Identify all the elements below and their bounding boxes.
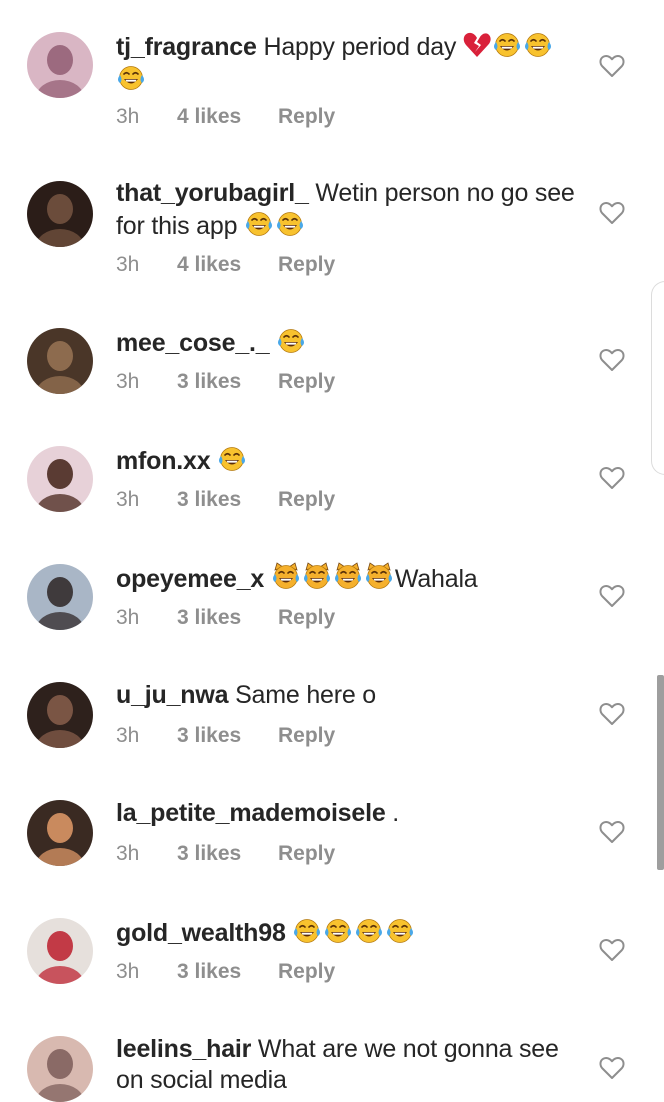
comment-likes[interactable]: 4 likes bbox=[177, 252, 241, 278]
scrollbar[interactable] bbox=[657, 675, 664, 870]
cat-joy-emoji-icon bbox=[302, 562, 332, 590]
comment-body bbox=[286, 919, 293, 947]
comment-username[interactable]: tj_fragrance bbox=[116, 33, 257, 61]
reply-button[interactable]: Reply bbox=[278, 605, 335, 631]
comment-body bbox=[269, 329, 276, 357]
comment-likes[interactable]: 3 likes bbox=[177, 723, 241, 749]
cat-joy-emoji-icon bbox=[271, 562, 301, 590]
comment-time: 3h bbox=[116, 724, 140, 747]
reply-button[interactable]: Reply bbox=[278, 252, 335, 278]
avatar[interactable] bbox=[27, 918, 93, 984]
avatar[interactable] bbox=[27, 328, 93, 394]
comment-text: mee_cose_._ bbox=[116, 326, 581, 359]
reply-button[interactable]: Reply bbox=[278, 723, 335, 749]
comment-time: 3h bbox=[116, 488, 140, 511]
comment-likes[interactable]: 3 likes bbox=[177, 369, 241, 395]
cat-joy-emoji-icon bbox=[333, 562, 363, 590]
avatar[interactable] bbox=[27, 1036, 93, 1102]
comment-username[interactable]: that_yorubagirl_ bbox=[116, 179, 309, 207]
avatar[interactable] bbox=[27, 32, 93, 98]
comment-text: u_ju_nwa Same here o bbox=[116, 680, 581, 711]
heart-icon[interactable] bbox=[599, 938, 625, 962]
avatar[interactable] bbox=[27, 446, 93, 512]
joy-emoji-icon bbox=[292, 916, 322, 944]
comment-body bbox=[264, 565, 271, 593]
heart-icon[interactable] bbox=[599, 348, 625, 372]
joy-emoji-icon bbox=[492, 30, 522, 58]
joy-emoji-icon bbox=[275, 209, 305, 237]
avatar[interactable] bbox=[27, 181, 93, 247]
comment-body-suffix: Wahala bbox=[394, 565, 478, 593]
comment-username[interactable]: mee_cose_._ bbox=[116, 329, 270, 357]
heart-icon[interactable] bbox=[599, 466, 625, 490]
comment-text: opeyemee_x Wahala bbox=[116, 562, 581, 595]
comment-username[interactable]: opeyemee_x bbox=[116, 565, 264, 593]
avatar[interactable] bbox=[27, 564, 93, 630]
comment-time: 3h bbox=[116, 606, 140, 629]
comment-body: . bbox=[385, 799, 400, 827]
comment-likes[interactable]: 3 likes bbox=[177, 487, 241, 513]
heart-icon[interactable] bbox=[599, 584, 625, 608]
comment-username[interactable]: leelins_hair bbox=[116, 1035, 251, 1063]
joy-emoji-icon bbox=[323, 916, 353, 944]
reply-button[interactable]: Reply bbox=[278, 959, 335, 985]
reply-button[interactable]: Reply bbox=[278, 841, 335, 867]
comment-text: tj_fragrance Happy period day bbox=[116, 30, 581, 96]
comment-body: Happy period day bbox=[256, 33, 463, 61]
reply-button[interactable]: Reply bbox=[278, 487, 335, 513]
comment-text: mfon.xx bbox=[116, 444, 581, 477]
comment-time: 3h bbox=[116, 960, 140, 983]
comment-likes[interactable]: 3 likes bbox=[177, 959, 241, 985]
comment-time: 3h bbox=[116, 370, 140, 393]
joy-emoji-icon bbox=[523, 30, 553, 58]
joy-emoji-icon bbox=[244, 209, 274, 237]
avatar[interactable] bbox=[27, 682, 93, 748]
joy-emoji-icon bbox=[116, 63, 146, 91]
heart-icon[interactable] bbox=[599, 201, 625, 225]
comment-body bbox=[210, 447, 217, 475]
comment-time: 3h bbox=[116, 842, 140, 865]
comment-likes[interactable]: 3 likes bbox=[177, 605, 241, 631]
avatar[interactable] bbox=[27, 800, 93, 866]
reply-button[interactable]: Reply bbox=[278, 369, 335, 395]
joy-emoji-icon bbox=[217, 444, 247, 472]
comment-text: gold_wealth98 bbox=[116, 916, 581, 949]
broken-heart-emoji-icon bbox=[463, 32, 491, 58]
reply-button[interactable]: Reply bbox=[278, 104, 335, 130]
comment-text: that_yorubagirl_ Wetin person no go see … bbox=[116, 178, 581, 242]
heart-icon[interactable] bbox=[599, 1056, 625, 1080]
joy-emoji-icon bbox=[385, 916, 415, 944]
cat-joy-emoji-icon bbox=[364, 562, 394, 590]
comment-body: Same here o bbox=[228, 681, 377, 709]
comment-time: 3h bbox=[116, 105, 140, 128]
heart-icon[interactable] bbox=[599, 54, 625, 78]
comment-likes[interactable]: 3 likes bbox=[177, 841, 241, 867]
comment-username[interactable]: la_petite_mademoisele bbox=[116, 799, 386, 827]
comment-text: la_petite_mademoisele . bbox=[116, 798, 581, 829]
comment-username[interactable]: gold_wealth98 bbox=[116, 919, 286, 947]
comment-username[interactable]: u_ju_nwa bbox=[116, 681, 229, 709]
comment-likes[interactable]: 4 likes bbox=[177, 104, 241, 130]
side-panel-handle[interactable] bbox=[651, 281, 664, 475]
comment-text: leelins_hair What are we not gonna see o… bbox=[116, 1034, 581, 1096]
heart-icon[interactable] bbox=[599, 820, 625, 844]
joy-emoji-icon bbox=[276, 326, 306, 354]
joy-emoji-icon bbox=[354, 916, 384, 944]
heart-icon[interactable] bbox=[599, 702, 625, 726]
comment-time: 3h bbox=[116, 253, 140, 276]
comment-username[interactable]: mfon.xx bbox=[116, 447, 211, 475]
